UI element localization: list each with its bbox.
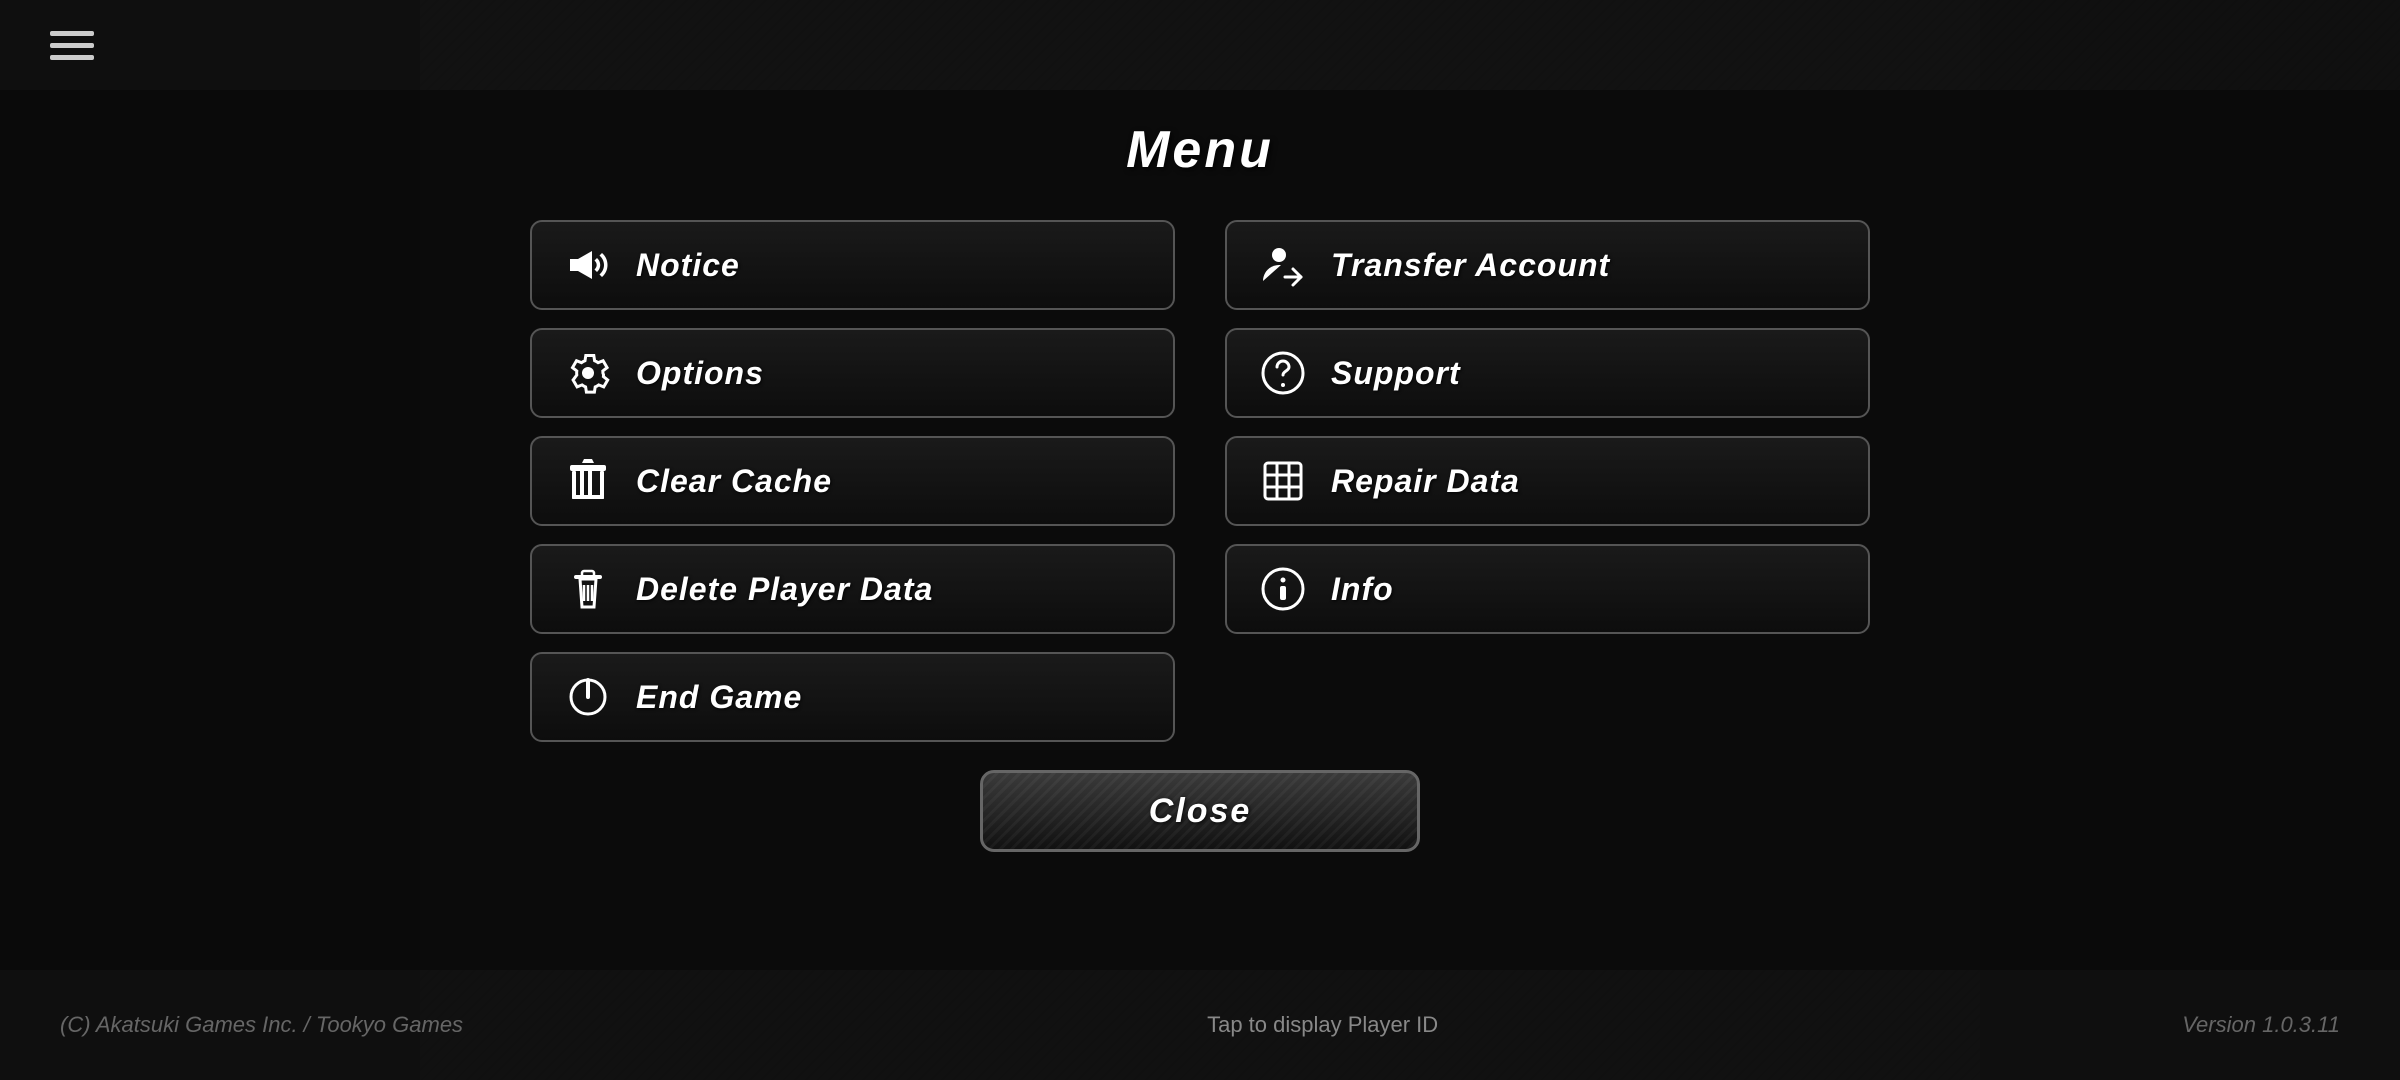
notice-label: Notice: [636, 247, 740, 284]
end-game-label: End Game: [636, 679, 802, 716]
close-label: Close: [1149, 792, 1252, 831]
power-icon: [562, 671, 614, 723]
notice-icon: [562, 239, 614, 291]
info-label: Info: [1331, 571, 1394, 608]
transfer-icon: [1257, 239, 1309, 291]
options-label: Options: [636, 355, 764, 392]
hamburger-button[interactable]: [50, 31, 94, 60]
support-label: Support: [1331, 355, 1461, 392]
bottom-bar: (C) Akatsuki Games Inc. / Tookyo Games T…: [0, 970, 2400, 1080]
options-icon: [562, 347, 614, 399]
info-icon: [1257, 563, 1309, 615]
info-button[interactable]: Info: [1225, 544, 1870, 634]
transfer-account-button[interactable]: Transfer Account: [1225, 220, 1870, 310]
close-button-wrapper: Close: [980, 770, 1420, 852]
menu-title: Menu: [1126, 120, 1274, 180]
copyright-text: (C) Akatsuki Games Inc. / Tookyo Games: [60, 1012, 463, 1038]
options-button[interactable]: Options: [530, 328, 1175, 418]
end-game-button[interactable]: End Game: [530, 652, 1175, 742]
delete-icon: [562, 563, 614, 615]
support-button[interactable]: Support: [1225, 328, 1870, 418]
delete-player-data-button[interactable]: Delete Player Data: [530, 544, 1175, 634]
support-icon: [1257, 347, 1309, 399]
close-button[interactable]: Close: [980, 770, 1420, 852]
version-text: Version 1.0.3.11: [2182, 1012, 2340, 1038]
repair-data-button[interactable]: Repair Data: [1225, 436, 1870, 526]
clear-cache-button[interactable]: Clear Cache: [530, 436, 1175, 526]
top-bar: [0, 0, 2400, 90]
repair-data-label: Repair Data: [1331, 463, 1520, 500]
notice-button[interactable]: Notice: [530, 220, 1175, 310]
delete-player-data-label: Delete Player Data: [636, 571, 933, 608]
cache-icon: [562, 455, 614, 507]
clear-cache-label: Clear Cache: [636, 463, 832, 500]
player-id-tap[interactable]: Tap to display Player ID: [1207, 1012, 1438, 1038]
transfer-account-label: Transfer Account: [1331, 247, 1610, 284]
menu-panel: Menu Notice Tran: [0, 90, 2400, 970]
button-grid: Notice Transfer Account: [530, 220, 1870, 742]
repair-icon: [1257, 455, 1309, 507]
